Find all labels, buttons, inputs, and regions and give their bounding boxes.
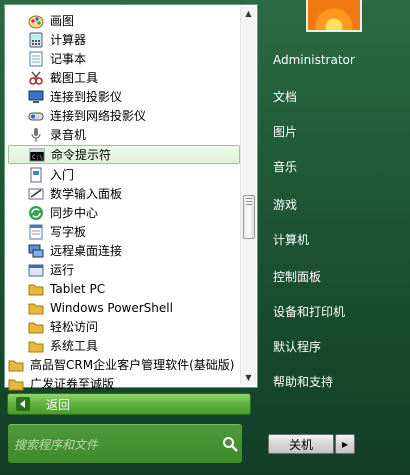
notepad-icon [28,51,44,67]
folder-icon [28,300,44,316]
program-label: 截图工具 [50,71,99,85]
right-menu-documents[interactable]: 文档 [273,88,297,105]
program-label: 连接到投影仪 [50,90,123,104]
program-label: Tablet PC [50,281,106,296]
folder-icon [28,319,44,335]
program-label: 录音机 [50,128,87,142]
search-icon[interactable] [222,436,238,452]
program-label: 远程桌面连接 [50,244,123,258]
program-label: 入门 [50,168,75,182]
microphone-icon [28,127,44,143]
program-list-scrollbar[interactable]: ▲ ▼ [240,7,256,385]
network-projector-icon [28,108,44,124]
shutdown-options-button[interactable]: ▸ [335,434,355,454]
cmd-icon: C:\ [29,147,45,163]
folder-item-windows-powershell[interactable]: Windows PowerShell [28,298,173,317]
right-menu-pictures[interactable]: 图片 [273,123,297,140]
program-item-projector[interactable]: 连接到投影仪 [28,87,122,106]
search-box[interactable] [8,424,242,463]
calculator-icon [28,32,44,48]
folder-icon [28,281,44,297]
folder-icon [8,376,24,392]
right-menu-administrator[interactable]: Administrator [273,53,355,67]
folder-item-crm-software[interactable]: 高品智CRM企业客户管理软件(基础版) [8,355,234,374]
projector-icon [28,89,44,105]
power-controls: 关机 ▸ [268,434,355,454]
program-item-run[interactable]: 运行 [28,260,74,279]
snipping-tool-icon [28,70,44,86]
sync-center-icon [28,205,44,221]
folder-item-system-tools[interactable]: 系统工具 [28,336,98,355]
program-item-calculator[interactable]: 计算器 [28,30,86,49]
right-menu-games[interactable]: 游戏 [273,196,297,213]
program-label: 同步中心 [50,206,99,220]
program-label: 连接到网络投影仪 [50,109,147,123]
math-input-icon [28,186,44,202]
right-menu-default-programs[interactable]: 默认程序 [273,338,321,355]
program-label: Windows PowerShell [50,300,173,315]
program-item-sync-center[interactable]: 同步中心 [28,203,98,222]
program-label: 高品智CRM企业客户管理软件(基础版) [30,358,235,372]
right-menu-control-panel[interactable]: 控制面板 [273,268,321,285]
remote-desktop-icon [28,243,44,259]
scroll-down-arrow-icon[interactable]: ▼ [241,371,256,385]
back-arrow-icon [16,397,30,411]
program-item-sound-recorder[interactable]: 录音机 [28,125,86,144]
program-label: 画图 [50,14,75,28]
folder-item-ease-of-access[interactable]: 轻松访问 [28,317,98,336]
back-button[interactable]: 返回 [7,393,251,415]
back-label: 返回 [46,397,71,412]
program-item-getting-started[interactable]: 入门 [28,165,74,184]
right-menu-help-support[interactable]: 帮助和支持 [273,373,333,390]
program-item-math-input[interactable]: 数学输入面板 [28,184,122,203]
program-item-command-prompt[interactable]: C:\ 命令提示符 [8,145,240,164]
program-label: 广发证券至诚版 [30,377,115,391]
program-label: 轻松访问 [50,320,99,334]
right-menu-devices-printers[interactable]: 设备和打印机 [273,303,345,320]
program-label: 数学输入面板 [50,187,123,201]
program-label: 写字板 [50,225,87,239]
svg-text:C:\: C:\ [32,154,43,161]
folder-icon [8,357,24,373]
program-item-remote-desktop[interactable]: 远程桌面连接 [28,241,122,260]
program-label: 计算器 [50,33,87,47]
search-input[interactable] [12,435,216,455]
program-label: 记事本 [50,52,87,66]
programs-pane: 画图 计算器 记事本 截图工具 连接到投影仪 连接到网络投影仪 录音机 C:\ … [4,4,258,391]
right-menu-computer[interactable]: 计算机 [273,231,309,248]
user-avatar[interactable] [306,0,362,32]
wordpad-icon [28,224,44,240]
folder-icon [28,338,44,354]
folder-item-tablet-pc[interactable]: Tablet PC [28,279,105,298]
program-label: 系统工具 [50,339,99,353]
program-label: 运行 [50,263,75,277]
program-item-notepad[interactable]: 记事本 [28,49,86,68]
paint-icon [28,13,44,29]
program-label: 命令提示符 [51,148,112,162]
program-item-wordpad[interactable]: 写字板 [28,222,86,241]
shutdown-button[interactable]: 关机 [268,434,334,454]
program-item-paint[interactable]: 画图 [28,11,74,30]
scrollbar-thumb[interactable] [243,195,255,239]
scroll-up-arrow-icon[interactable]: ▲ [241,7,256,21]
right-menu-music[interactable]: 音乐 [273,158,297,175]
run-icon [28,262,44,278]
folder-item-gf-securities[interactable]: 广发证券至诚版 [8,374,114,393]
program-item-snipping-tool[interactable]: 截图工具 [28,68,98,87]
program-item-network-projector[interactable]: 连接到网络投影仪 [28,106,146,125]
getting-started-icon [28,167,44,183]
